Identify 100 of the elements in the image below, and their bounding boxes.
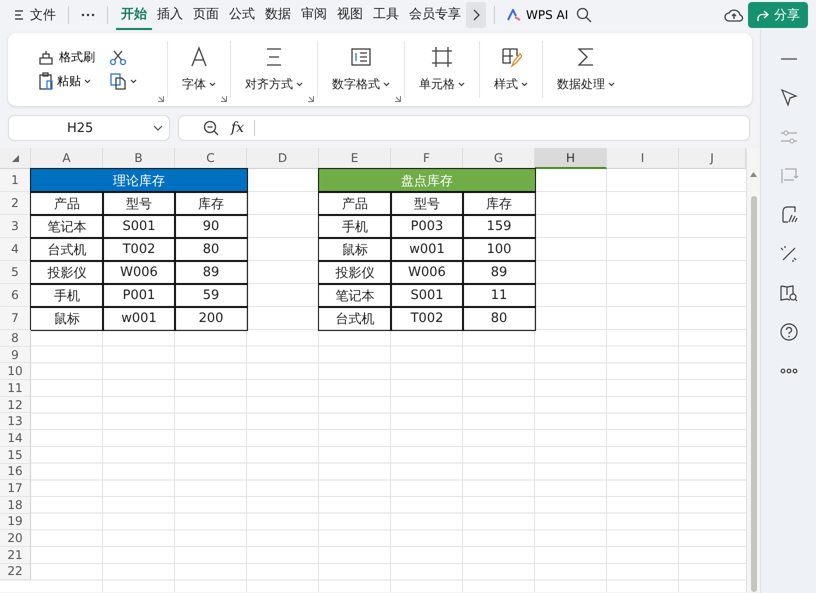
- row-header[interactable]: 17: [0, 480, 31, 497]
- caret-icon: [296, 82, 303, 87]
- formula-input[interactable]: fx: [178, 115, 750, 141]
- ribbon-tab[interactable]: 页面: [188, 0, 224, 30]
- table-cell: W006: [391, 261, 463, 284]
- table-cell: 台式机: [319, 307, 391, 330]
- ribbon-tab[interactable]: 开始: [116, 0, 152, 30]
- row-header[interactable]: 22: [0, 564, 31, 580]
- more-icon: [81, 13, 95, 17]
- row-header[interactable]: 10: [0, 363, 31, 380]
- grid-pencil-icon: [500, 46, 522, 68]
- numbered-list-icon: [350, 46, 372, 68]
- group-label: 对齐方式: [245, 76, 293, 93]
- row-header[interactable]: 7: [0, 307, 31, 330]
- name-box[interactable]: H25: [8, 115, 170, 141]
- column-header[interactable]: J: [679, 148, 746, 169]
- scroll-up-icon[interactable]: [750, 172, 757, 177]
- column-header[interactable]: E: [319, 148, 391, 169]
- number-group-button[interactable]: 数字格式: [332, 46, 390, 93]
- ribbon-tab[interactable]: 审阅: [296, 0, 332, 30]
- table-cell: 手机: [31, 284, 103, 307]
- ribbon-tab[interactable]: 公式: [224, 0, 260, 30]
- vertical-scrollbar[interactable]: [746, 148, 760, 592]
- copy-button[interactable]: [109, 72, 137, 90]
- row-header[interactable]: 15: [0, 446, 31, 464]
- align-group-button[interactable]: 对齐方式: [245, 46, 303, 93]
- row-header[interactable]: 2: [0, 192, 31, 215]
- table-cell: P001: [103, 284, 175, 307]
- column-header[interactable]: D: [247, 148, 319, 169]
- table-cell: 80: [175, 238, 247, 261]
- table-title: 理论库存: [31, 169, 247, 192]
- cell-group-button[interactable]: 单元格: [419, 46, 465, 93]
- row-header[interactable]: 5: [0, 261, 31, 284]
- search-icon[interactable]: [576, 7, 592, 23]
- caret-icon: [383, 82, 390, 87]
- sum-group-button[interactable]: 数据处理: [557, 46, 615, 93]
- chevron-down-icon: [153, 125, 163, 131]
- paste-button[interactable]: 粘贴: [38, 72, 95, 90]
- row-header[interactable]: 11: [0, 380, 31, 397]
- row-header[interactable]: 9: [0, 346, 31, 364]
- row-header[interactable]: 21: [0, 546, 31, 564]
- format-painter-button[interactable]: 格式刷: [38, 49, 95, 66]
- ribbon-tab[interactable]: 数据: [260, 0, 296, 30]
- column-header[interactable]: B: [103, 148, 175, 169]
- row-header[interactable]: 4: [0, 238, 31, 261]
- column-header[interactable]: I: [607, 148, 679, 169]
- function-label[interactable]: fx: [231, 120, 256, 136]
- ribbon-tab[interactable]: 插入: [152, 0, 188, 30]
- file-menu[interactable]: 文件: [10, 6, 60, 24]
- dialog-launcher-icon[interactable]: [158, 96, 164, 102]
- column-header[interactable]: F: [391, 148, 463, 169]
- zoom-out-icon[interactable]: [203, 120, 219, 136]
- ribbon-tab[interactable]: 会员专享: [404, 0, 466, 30]
- column-header[interactable]: H: [535, 148, 607, 169]
- help-icon[interactable]: [778, 322, 798, 342]
- row-header[interactable]: 13: [0, 413, 31, 430]
- table-cell: 89: [463, 261, 535, 284]
- table-cell: 90: [175, 215, 247, 238]
- magic-wand-icon[interactable]: [778, 244, 798, 264]
- wps-ai-button[interactable]: WPS AI: [503, 8, 572, 22]
- chevron-right-icon: [472, 9, 480, 21]
- caret-icon: [608, 82, 615, 87]
- menu-icon: [14, 9, 24, 21]
- clipboard-icon: [38, 72, 54, 90]
- dialog-launcher-icon[interactable]: [221, 96, 227, 102]
- row-header[interactable]: 1: [0, 169, 31, 192]
- style-group-button[interactable]: 样式: [494, 46, 528, 93]
- column-header[interactable]: G: [463, 148, 535, 169]
- column-header[interactable]: C: [175, 148, 247, 169]
- table-cell: T002: [391, 307, 463, 330]
- cloud-upload-icon[interactable]: [724, 7, 744, 23]
- row-header[interactable]: 14: [0, 430, 31, 447]
- row-header[interactable]: 8: [0, 330, 31, 347]
- table-cell: w001: [391, 238, 463, 261]
- row-header[interactable]: 12: [0, 396, 31, 414]
- font-group-button[interactable]: 字体: [182, 46, 216, 93]
- column-heading: 型号: [391, 192, 463, 215]
- group-label: 样式: [494, 76, 518, 93]
- table-cell: 台式机: [31, 238, 103, 261]
- dialog-launcher-icon[interactable]: [395, 96, 401, 102]
- column-header[interactable]: A: [31, 148, 103, 169]
- ribbon-tab[interactable]: 工具: [368, 0, 404, 30]
- pointer-icon[interactable]: [778, 88, 798, 108]
- caret-icon: [130, 78, 137, 84]
- scrollbar-thumb[interactable]: [751, 196, 757, 592]
- row-header[interactable]: 19: [0, 514, 31, 530]
- row-header[interactable]: 20: [0, 530, 31, 547]
- caret-icon: [458, 82, 465, 87]
- share-button[interactable]: 分享: [748, 2, 808, 28]
- ribbon-tab[interactable]: 视图: [332, 0, 368, 30]
- row-header[interactable]: 3: [0, 215, 31, 238]
- select-all-icon[interactable]: [12, 154, 18, 162]
- row-header[interactable]: 16: [0, 464, 31, 480]
- row-header[interactable]: 6: [0, 284, 31, 307]
- row-header[interactable]: 18: [0, 496, 31, 514]
- dialog-launcher-icon[interactable]: [308, 96, 314, 102]
- ai-logo-icon: [507, 9, 521, 21]
- table-cell: 投影仪: [31, 261, 103, 284]
- book-search-icon[interactable]: [778, 283, 798, 303]
- scroll-tabs-button[interactable]: [466, 2, 486, 28]
